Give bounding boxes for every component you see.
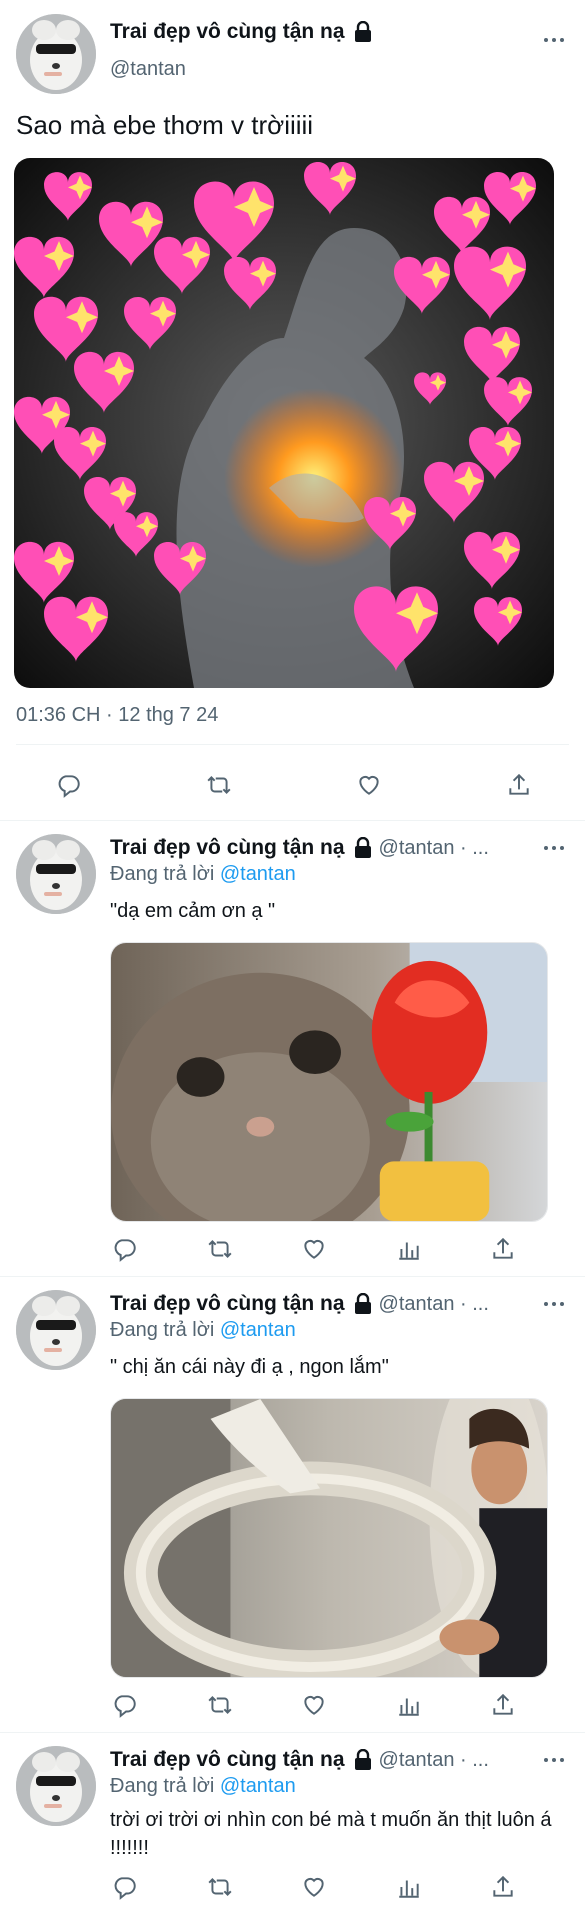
retweet-button[interactable]: [204, 770, 234, 800]
share-button[interactable]: [488, 1690, 518, 1720]
tweet-media[interactable]: [110, 942, 548, 1222]
retweet-icon: [207, 1878, 232, 1896]
replying-to-label: Đang trả lời: [110, 1319, 220, 1341]
tweet-text: trời ơi trời ơi nhìn con bé mà t muốn ăn…: [110, 1809, 552, 1859]
share-button[interactable]: [488, 1872, 518, 1902]
like-button[interactable]: [354, 770, 384, 800]
like-button[interactable]: [299, 1872, 329, 1902]
divider: [16, 744, 569, 745]
lock-icon: [354, 1293, 371, 1314]
share-button[interactable]: [504, 770, 534, 800]
replying-to: Đang trả lời @tantan: [110, 863, 296, 886]
avatar-dog-image: [16, 1746, 96, 1826]
mention-link[interactable]: @tantan: [220, 1319, 296, 1341]
replying-to: Đang trả lời @tantan: [110, 1319, 296, 1342]
reply-button[interactable]: [54, 770, 84, 800]
tweet-actions: [54, 770, 534, 800]
reply-icon: [58, 775, 80, 798]
ring-meme-image: [111, 1399, 547, 1677]
kitten-rose-image: [111, 943, 547, 1221]
divider: [0, 820, 585, 821]
tweet-media[interactable]: [110, 1398, 548, 1678]
avatar[interactable]: [16, 1290, 96, 1370]
like-button[interactable]: [299, 1234, 329, 1264]
avatar[interactable]: [16, 834, 96, 914]
display-name[interactable]: Trai đẹp vô cùng tận nạ: [110, 836, 345, 860]
reply-button[interactable]: [110, 1690, 140, 1720]
handle[interactable]: @tantan · ...: [379, 1293, 489, 1316]
divider: [0, 1732, 585, 1733]
avatar-dog-image: [16, 1290, 96, 1370]
display-name[interactable]: Trai đẹp vô cùng tận nạ: [110, 1748, 345, 1772]
mention-link[interactable]: @tantan: [220, 1775, 296, 1797]
replying-to-label: Đang trả lời: [110, 863, 220, 885]
avatar-dog-image: [16, 14, 96, 94]
tweet-timestamp[interactable]: 01:36 CH · 12 thg 7 24: [16, 704, 218, 727]
divider: [0, 1276, 585, 1277]
replying-to: Đang trả lời @tantan: [110, 1775, 296, 1798]
more-options-icon[interactable]: [544, 38, 564, 42]
lock-icon: [354, 1749, 371, 1770]
heart-icon: [304, 1239, 324, 1259]
analytics-icon: [398, 1242, 419, 1260]
hearts-meme-image: [14, 158, 554, 688]
lock-icon: [354, 837, 371, 858]
avatar[interactable]: [16, 1746, 96, 1826]
like-button[interactable]: [299, 1690, 329, 1720]
tweet-actions: [110, 1234, 518, 1264]
more-options-icon[interactable]: [544, 846, 564, 850]
retweet-button[interactable]: [205, 1872, 235, 1902]
views-button[interactable]: [394, 1872, 424, 1902]
retweet-button[interactable]: [205, 1690, 235, 1720]
reply-icon: [114, 1695, 136, 1718]
display-name[interactable]: Trai đẹp vô cùng tận nạ: [110, 20, 345, 44]
avatar[interactable]: [16, 14, 96, 94]
share-icon: [493, 1237, 513, 1259]
share-icon: [509, 773, 529, 795]
tweet-actions: [110, 1690, 518, 1720]
handle[interactable]: @tantan: [110, 58, 186, 81]
lock-icon: [354, 21, 371, 42]
tweet-text: Sao mà ebe thơm v trờiiiii: [16, 110, 314, 140]
mention-link[interactable]: @tantan: [220, 863, 296, 885]
retweet-icon: [207, 776, 231, 794]
heart-icon: [304, 1877, 324, 1897]
share-icon: [493, 1875, 513, 1897]
retweet-button[interactable]: [205, 1234, 235, 1264]
reply-button[interactable]: [110, 1234, 140, 1264]
reply-button[interactable]: [110, 1872, 140, 1902]
tweet-actions: [110, 1872, 518, 1902]
replying-to-label: Đang trả lời: [110, 1775, 220, 1797]
heart-icon: [304, 1695, 324, 1715]
heart-icon: [359, 775, 379, 795]
handle[interactable]: @tantan · ...: [379, 1749, 489, 1772]
more-options-icon[interactable]: [544, 1302, 564, 1306]
display-name[interactable]: Trai đẹp vô cùng tận nạ: [110, 1292, 345, 1316]
analytics-icon: [398, 1698, 419, 1716]
analytics-icon: [398, 1880, 419, 1898]
tweet-text: "dạ em cảm ơn ạ ": [110, 900, 276, 922]
reply-icon: [114, 1877, 136, 1900]
retweet-icon: [207, 1240, 232, 1258]
share-icon: [493, 1693, 513, 1715]
share-button[interactable]: [488, 1234, 518, 1264]
tweet-text: " chị ăn cái này đi ạ , ngon lắm": [110, 1356, 389, 1378]
views-button[interactable]: [394, 1690, 424, 1720]
handle[interactable]: @tantan · ...: [379, 837, 489, 860]
more-options-icon[interactable]: [544, 1758, 564, 1762]
avatar-dog-image: [16, 834, 96, 914]
views-button[interactable]: [394, 1234, 424, 1264]
reply-icon: [114, 1239, 136, 1262]
tweet-media[interactable]: [14, 158, 554, 688]
retweet-icon: [207, 1696, 232, 1714]
